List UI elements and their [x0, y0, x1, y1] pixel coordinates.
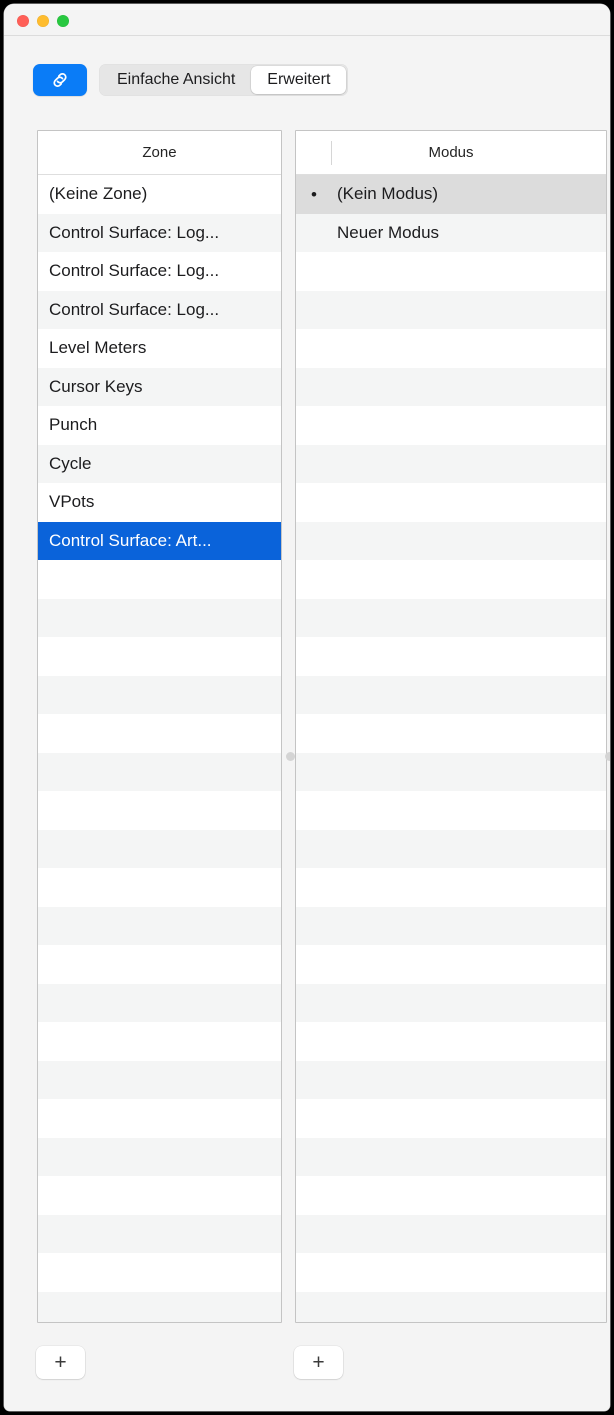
row-label: Cursor Keys	[49, 376, 143, 396]
row-label: (Kein Modus)	[337, 184, 439, 204]
table-row-empty[interactable]	[38, 868, 281, 907]
table-row-empty[interactable]	[296, 945, 606, 984]
table-row[interactable]: Control Surface: Log...	[38, 252, 281, 291]
modus-row-list: • (Kein Modus) Neuer Modus	[296, 175, 606, 1322]
table-row-empty[interactable]	[296, 367, 606, 406]
row-label: Control Surface: Log...	[49, 299, 220, 319]
table-row-empty[interactable]	[296, 829, 606, 868]
table-row-empty[interactable]	[296, 906, 606, 945]
view-mode-segmented-control[interactable]: Einfache Ansicht Erweitert	[99, 64, 349, 96]
add-zone-button[interactable]: +	[36, 1346, 85, 1379]
table-row-empty[interactable]	[38, 1291, 281, 1322]
table-row-empty[interactable]	[38, 1214, 281, 1253]
table-row-empty[interactable]	[296, 560, 606, 599]
modus-table-header[interactable]: Modus	[296, 131, 606, 175]
pane-resize-handle-left[interactable]	[286, 752, 295, 761]
pane-resize-handle-right[interactable]	[605, 752, 610, 761]
row-label: Control Surface: Log...	[49, 222, 220, 242]
table-row-empty[interactable]	[296, 329, 606, 368]
table-row[interactable]: • (Kein Modus)	[296, 175, 606, 214]
row-label: VPots	[49, 492, 95, 512]
table-row-empty[interactable]	[38, 560, 281, 599]
segment-einfache-ansicht[interactable]: Einfache Ansicht	[101, 66, 251, 94]
row-label: Cycle	[49, 453, 92, 473]
zoom-window-button[interactable]	[57, 15, 69, 27]
zone-table-header[interactable]: Zone	[38, 131, 281, 175]
table-row-empty[interactable]	[38, 1022, 281, 1061]
table-row[interactable]: Level Meters	[38, 329, 281, 368]
link-toggle-button[interactable]	[33, 64, 87, 96]
toolbar: Einfache Ansicht Erweitert	[4, 36, 610, 96]
table-row[interactable]: Punch	[38, 406, 281, 445]
table-row-empty[interactable]	[38, 1137, 281, 1176]
row-label: (Keine Zone)	[49, 184, 148, 204]
table-row-empty[interactable]	[296, 983, 606, 1022]
row-label: Neuer Modus	[337, 222, 440, 242]
table-row-empty[interactable]	[296, 791, 606, 830]
table-row-empty[interactable]	[296, 252, 606, 291]
row-label: Punch	[49, 415, 98, 435]
table-row[interactable]: (Keine Zone)	[38, 175, 281, 214]
table-row-empty[interactable]	[296, 1060, 606, 1099]
table-row-empty[interactable]	[296, 1214, 606, 1253]
row-marker-dot: •	[311, 184, 317, 204]
table-row-empty[interactable]	[296, 752, 606, 791]
table-row-empty[interactable]	[38, 791, 281, 830]
table-row[interactable]: Control Surface: Log...	[38, 290, 281, 329]
add-modus-button[interactable]: +	[294, 1346, 343, 1379]
table-row-empty[interactable]	[296, 1099, 606, 1138]
table-row[interactable]: Cycle	[38, 444, 281, 483]
table-row-empty[interactable]	[38, 714, 281, 753]
modus-table: Modus • (Kein Modus) Neuer Modus	[295, 130, 607, 1323]
table-row[interactable]: Control Surface: Art...	[38, 521, 281, 560]
app-window: Einfache Ansicht Erweitert Zone (Keine Z…	[4, 4, 610, 1411]
table-row-empty[interactable]	[38, 675, 281, 714]
zone-column-header-label: Zone	[142, 144, 177, 161]
table-row-empty[interactable]	[296, 1291, 606, 1322]
segment-erweitert[interactable]: Erweitert	[251, 66, 347, 94]
table-row-empty[interactable]	[38, 637, 281, 676]
table-row[interactable]: Control Surface: Log...	[38, 213, 281, 252]
table-row[interactable]: Cursor Keys	[38, 367, 281, 406]
table-row[interactable]: VPots	[38, 483, 281, 522]
table-row-empty[interactable]	[38, 906, 281, 945]
table-row-empty[interactable]	[296, 868, 606, 907]
table-row-empty[interactable]	[296, 1137, 606, 1176]
modus-column-header-label: Modus	[428, 144, 474, 161]
modus-header-column-divider	[331, 141, 332, 165]
table-row-empty[interactable]	[296, 521, 606, 560]
table-row-empty[interactable]	[38, 1253, 281, 1292]
table-row-empty[interactable]	[38, 1060, 281, 1099]
table-row-empty[interactable]	[296, 444, 606, 483]
table-row-empty[interactable]	[38, 752, 281, 791]
row-label: Control Surface: Art...	[49, 530, 212, 550]
table-row-empty[interactable]	[38, 983, 281, 1022]
zone-table: Zone (Keine Zone) Control Surface: Log...…	[37, 130, 282, 1323]
table-row-empty[interactable]	[38, 1099, 281, 1138]
table-row-empty[interactable]	[296, 714, 606, 753]
window-titlebar	[4, 4, 610, 36]
table-row-empty[interactable]	[296, 406, 606, 445]
table-row-empty[interactable]	[296, 1176, 606, 1215]
close-window-button[interactable]	[17, 15, 29, 27]
link-chain-icon	[49, 69, 71, 91]
table-row-empty[interactable]	[296, 1022, 606, 1061]
table-row-empty[interactable]	[296, 598, 606, 637]
table-row-empty[interactable]	[38, 1176, 281, 1215]
table-row-empty[interactable]	[296, 1253, 606, 1292]
table-row-empty[interactable]	[296, 637, 606, 676]
table-row-empty[interactable]	[296, 290, 606, 329]
table-row-empty[interactable]	[296, 675, 606, 714]
minimize-window-button[interactable]	[37, 15, 49, 27]
table-row-empty[interactable]	[38, 945, 281, 984]
zone-row-list: (Keine Zone) Control Surface: Log... Contr…	[38, 175, 281, 1322]
row-label: Control Surface: Log...	[49, 261, 220, 281]
table-row[interactable]: Neuer Modus	[296, 213, 606, 252]
table-row-empty[interactable]	[38, 598, 281, 637]
table-row-empty[interactable]	[38, 829, 281, 868]
row-label: Level Meters	[49, 338, 147, 358]
table-row-empty[interactable]	[296, 483, 606, 522]
